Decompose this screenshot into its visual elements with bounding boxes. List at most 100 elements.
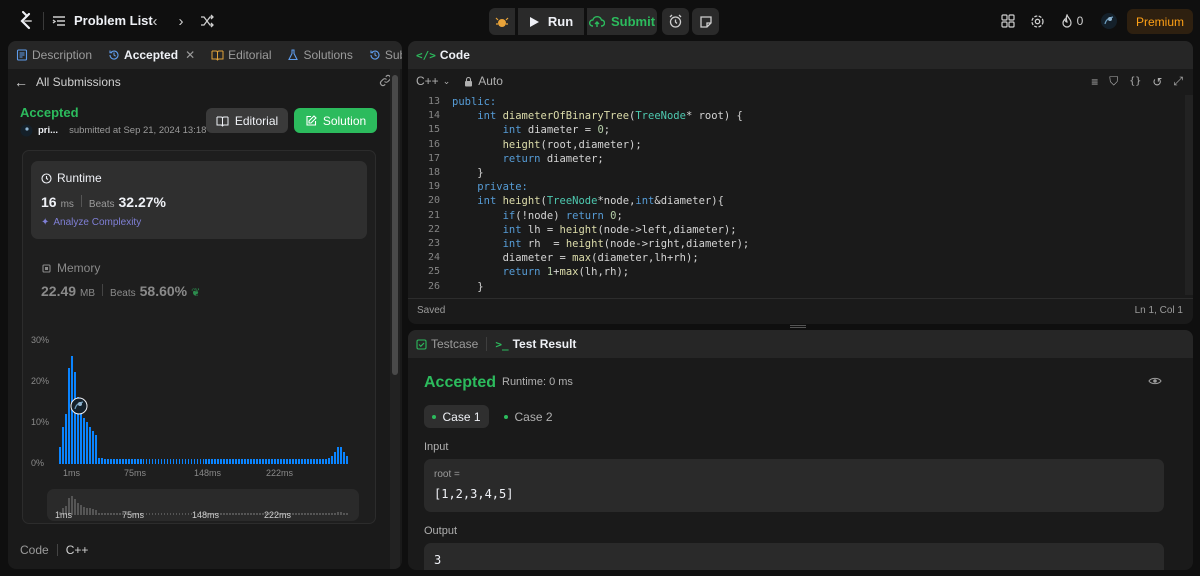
histogram-bar[interactable] [325,459,327,464]
braces-icon[interactable]: {} [1129,76,1141,87]
histogram-bar[interactable] [91,430,94,464]
histogram-bar[interactable] [241,459,244,464]
histogram-bar[interactable] [154,459,157,464]
histogram-bar[interactable] [265,459,268,464]
runtime-card[interactable]: Runtime 16 ms Beats 32.27% ✦ Analyze Com… [31,161,367,239]
leetcode-logo-icon[interactable] [16,11,36,31]
eye-icon[interactable] [1148,376,1162,386]
memory-header[interactable]: Memory [41,261,100,275]
layout-button[interactable] [999,12,1017,30]
histogram-bar[interactable] [148,459,151,464]
histogram-bar[interactable] [340,447,342,464]
histogram-bar[interactable] [175,459,178,464]
histogram-bar[interactable] [130,459,133,464]
histogram-bar[interactable] [295,459,297,464]
next-problem-button[interactable]: › [171,11,191,31]
solution-button[interactable]: Solution [294,108,377,133]
language-select[interactable]: C++ ⌄ [416,74,450,88]
histogram-bar[interactable] [343,451,345,464]
problem-list-button[interactable]: Problem List [52,13,153,28]
debug-button[interactable] [489,8,515,35]
histogram-bar[interactable] [163,459,166,464]
histogram-bar[interactable] [172,459,175,464]
histogram-bar[interactable] [136,459,139,464]
histogram-bar[interactable] [223,459,226,464]
autocomplete-mode[interactable]: Auto [464,74,503,88]
notes-button[interactable] [692,8,719,35]
histogram-bar[interactable] [310,459,312,464]
histogram-bar[interactable] [205,459,208,464]
histogram-bar[interactable] [346,455,348,464]
histogram-bar[interactable] [142,459,145,464]
histogram-bar[interactable] [238,459,241,464]
histogram-bar[interactable] [337,447,339,464]
histogram-bar[interactable] [319,459,321,464]
histogram-bar[interactable] [181,459,184,464]
histogram-bar[interactable] [247,459,250,464]
histogram-bar[interactable] [289,459,291,464]
histogram-bar[interactable] [208,459,211,464]
histogram-bar[interactable] [232,459,235,464]
histogram-bar[interactable] [268,459,271,464]
histogram-bar[interactable] [286,459,288,464]
histogram-bar[interactable] [79,409,82,464]
chart-plot-area[interactable] [59,339,349,464]
timer-button[interactable] [662,8,689,35]
histogram-bar[interactable] [64,414,67,464]
username[interactable]: pri... [38,125,58,136]
histogram-bar[interactable] [271,459,274,464]
histogram-bar[interactable] [322,459,324,464]
expand-icon[interactable]: ⤢ [1173,74,1183,89]
reset-icon[interactable]: ↺ [1152,75,1162,89]
histogram-bar[interactable] [226,459,229,464]
histogram-bar[interactable] [259,459,262,464]
histogram-bar[interactable] [97,457,100,464]
histogram-bar[interactable] [178,459,181,464]
histogram-bar[interactable] [184,459,187,464]
histogram-bar[interactable] [133,459,136,464]
histogram-bar[interactable] [229,459,232,464]
histogram-bar[interactable] [328,458,330,464]
histogram-bar[interactable] [220,459,223,464]
histogram-bar[interactable] [280,459,283,464]
histogram-bar[interactable] [103,458,106,464]
histogram-bar[interactable] [94,434,97,464]
prev-problem-button[interactable]: ‹ [145,11,165,31]
tab-code[interactable]: </> Code [408,41,478,69]
my-submission-avatar-icon[interactable] [70,397,88,415]
histogram-bar[interactable] [59,447,61,464]
histogram-bar[interactable] [298,459,300,464]
bookmark-icon[interactable]: ⛉ [1109,74,1118,89]
case-1-tab[interactable]: Case 1 [424,405,489,428]
histogram-bar[interactable] [334,451,336,464]
editor-scrollbar[interactable] [1185,95,1193,295]
histogram-bar[interactable] [124,459,127,464]
histogram-bar[interactable] [190,459,193,464]
tab-test-result[interactable]: >_ Test Result [487,330,584,358]
histogram-bar[interactable] [157,459,160,464]
all-submissions-link[interactable]: ← All Submissions [14,74,121,90]
histogram-bar[interactable] [145,459,148,464]
histogram-bar[interactable] [139,459,142,464]
resize-handle[interactable] [790,325,806,328]
run-button[interactable]: Run [518,8,584,35]
premium-button[interactable]: Premium [1127,9,1193,34]
histogram-bar[interactable] [304,459,306,464]
histogram-bar[interactable] [214,459,217,464]
analyze-complexity-link[interactable]: ✦ Analyze Complexity [41,217,141,228]
histogram-bar[interactable] [61,426,64,464]
histogram-bar[interactable] [199,459,202,464]
tab-solutions[interactable]: Solutions [279,41,360,69]
histogram-bar[interactable] [262,459,265,464]
case-2-tab[interactable]: Case 2 [496,405,561,428]
code-area[interactable]: 13 public: 14 int diameterOfBinaryTree(Tre… [408,95,1193,295]
histogram-bar[interactable] [67,368,70,464]
histogram-bar[interactable] [331,455,333,464]
histogram-bar[interactable] [211,459,214,464]
histogram-bar[interactable] [121,459,124,464]
histogram-bar[interactable] [187,459,190,464]
histogram-bar[interactable] [88,426,91,464]
histogram-bar[interactable] [106,458,109,464]
histogram-bar[interactable] [283,459,285,464]
tab-submissions[interactable]: Submiss [361,41,402,69]
